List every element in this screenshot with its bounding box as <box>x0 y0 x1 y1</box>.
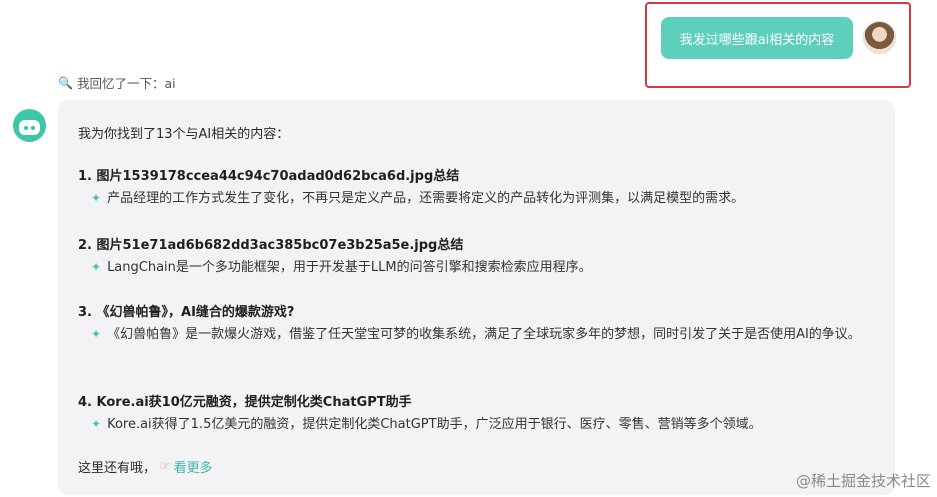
magnifier-icon: 🔍 <box>58 75 73 90</box>
answer-intro: 我为你找到了13个与AI相关的内容： <box>78 127 290 142</box>
footer-text: 这里还有哦， <box>78 461 157 476</box>
recall-text: 我回忆了一下：ai <box>76 76 176 91</box>
watermark: @稀土掘金技术社区 <box>795 472 931 490</box>
more-footer: 这里还有哦， ☞ 看更多 <box>78 457 213 476</box>
assistant-avatar <box>13 109 46 142</box>
result-title-4[interactable]: 4. Kore.ai获10亿元融资，提供定制化类ChatGPT助手 <box>78 391 412 410</box>
result-title-2[interactable]: 2. 图片51e71ad6b682dd3ac385bc07e3b25a5e.jp… <box>78 234 463 253</box>
see-more-link[interactable]: 看更多 <box>174 457 213 476</box>
sparkle-icon: ✦ <box>91 191 102 205</box>
result-title-1[interactable]: 1. 图片1539178ccea44c94c70adad0d62bca6d.jp… <box>78 165 459 184</box>
recall-status: 🔍 我回忆了一下：ai <box>58 73 176 92</box>
pointing-hand-icon: ☞ <box>159 459 171 474</box>
user-message-text: 我发过哪些跟ai相关的内容 <box>679 32 835 48</box>
result-desc-3: ✦ 《幻兽帕鲁》是一款爆火游戏，借鉴了任天堂宝可梦的收集系统，满足了全球玩家多年的… <box>91 327 861 342</box>
result-desc-2: ✦ LangChain是一个多功能框架，用于开发基于LLM的问答引擎和搜索检索应用… <box>91 260 592 275</box>
result-title-3[interactable]: 3. 《幻兽帕鲁》，AI缝合的爆款游戏? <box>78 301 294 320</box>
sparkle-icon: ✦ <box>91 327 102 341</box>
sparkle-icon: ✦ <box>91 417 102 431</box>
sparkle-icon: ✦ <box>91 260 102 274</box>
result-desc-4: ✦ Kore.ai获得了1.5亿美元的融资，提供定制化类ChatGPT助手，广泛应… <box>91 417 762 432</box>
user-message-bubble: 我发过哪些跟ai相关的内容 <box>661 17 853 59</box>
result-desc-1: ✦ 产品经理的工作方式发生了变化，不再只是定义产品，还需要将定义的产品转化为评测集… <box>91 191 745 206</box>
user-avatar <box>863 21 896 54</box>
